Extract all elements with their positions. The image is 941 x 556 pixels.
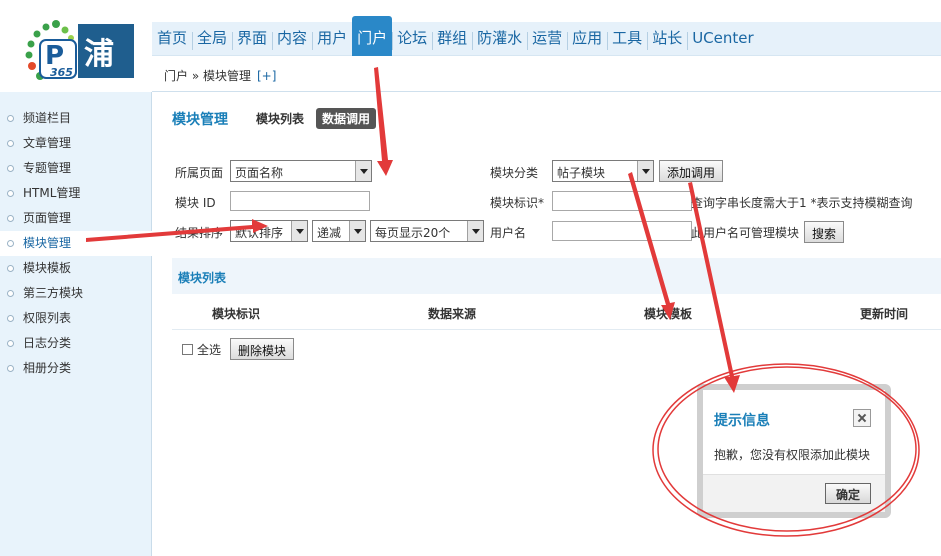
breadcrumb: 门户 » 模块管理 [+] bbox=[164, 67, 276, 84]
sidebar-item-permissions[interactable]: 权限列表 bbox=[0, 306, 151, 331]
sidebar-menu: 频道栏目 文章管理 专题管理 HTML管理 页面管理 模块管理 模块模板 第三方… bbox=[0, 92, 152, 381]
nav-tools[interactable]: 工具 bbox=[607, 16, 647, 56]
column-updated-time: 更新时间 bbox=[860, 307, 909, 321]
module-tag-label: 模块标识* bbox=[490, 196, 545, 210]
admin-window: P 365 浦 首页 全局 界面 内容 用户 门户 论坛 群组 防灌水 运营 应… bbox=[0, 0, 941, 556]
select-all-checkbox[interactable] bbox=[182, 344, 193, 355]
chevron-down-icon bbox=[355, 161, 371, 181]
title-row: 模块管理 模块列表 数据调用 bbox=[172, 108, 377, 129]
sidebar-item-modules[interactable]: 模块管理 bbox=[0, 231, 152, 256]
alert-dialog-message: 抱歉，您没有权限添加此模块 bbox=[714, 448, 871, 462]
nav-users[interactable]: 用户 bbox=[312, 16, 352, 56]
breadcrumb-path[interactable]: 门户 » 模块管理 bbox=[164, 69, 251, 83]
module-id-input[interactable] bbox=[230, 191, 370, 211]
tab-module-list[interactable]: 模块列表 bbox=[256, 110, 304, 127]
page-title: 模块管理 bbox=[172, 111, 228, 128]
sidebar-item-blog-categories[interactable]: 日志分类 bbox=[0, 331, 151, 356]
sidebar-item-pages[interactable]: 页面管理 bbox=[0, 206, 151, 231]
page-select-value: 页面名称 bbox=[235, 166, 284, 180]
alert-dialog: 提示信息 抱歉，您没有权限添加此模块 确定 bbox=[697, 384, 891, 518]
breadcrumb-bar: 门户 » 模块管理 [+] bbox=[152, 56, 941, 92]
nav-groups[interactable]: 群组 bbox=[432, 16, 472, 56]
per-page-select[interactable]: 每页显示20个 bbox=[370, 220, 484, 242]
nav-webmaster[interactable]: 站长 bbox=[647, 16, 687, 56]
category-select[interactable]: 帖子模块 bbox=[552, 160, 654, 182]
add-shortcut-link[interactable]: [+] bbox=[257, 69, 276, 83]
module-tag-input[interactable] bbox=[552, 191, 692, 211]
module-tag-hint: 查询字串长度需大于1 *表示支持模糊查询 bbox=[691, 196, 913, 210]
add-call-button[interactable]: 添加调用 bbox=[659, 160, 724, 182]
column-data-source: 数据来源 bbox=[428, 307, 477, 321]
category-select-value: 帖子模块 bbox=[557, 166, 606, 180]
sidebar-item-html[interactable]: HTML管理 bbox=[0, 181, 151, 206]
chevron-down-icon bbox=[467, 221, 483, 241]
sidebar: 频道栏目 文章管理 专题管理 HTML管理 页面管理 模块管理 模块模板 第三方… bbox=[0, 92, 152, 556]
username-hint: 此用户名可管理模块 bbox=[691, 226, 800, 240]
alert-dialog-footer: 确定 bbox=[703, 474, 885, 512]
chevron-down-icon bbox=[637, 161, 653, 181]
svg-text:365: 365 bbox=[50, 66, 73, 79]
search-button[interactable]: 搜索 bbox=[804, 221, 845, 243]
table-header: 模块标识 数据来源 模块模板 更新时间 bbox=[172, 294, 941, 330]
column-module-tag: 模块标识 bbox=[212, 307, 261, 321]
logo-glyph: 浦 bbox=[84, 37, 114, 72]
column-module-template: 模块模板 bbox=[644, 307, 693, 321]
header: P 365 浦 首页 全局 界面 内容 用户 门户 论坛 群组 防灌水 运营 应… bbox=[0, 0, 941, 92]
module-list-header: 模块列表 bbox=[172, 258, 941, 294]
page-select[interactable]: 页面名称 bbox=[230, 160, 372, 182]
category-label: 模块分类 bbox=[490, 166, 539, 180]
nav-ucenter[interactable]: UCenter bbox=[687, 16, 758, 56]
order-select-value: 递减 bbox=[317, 226, 342, 240]
sort-select[interactable]: 默认排序 bbox=[230, 220, 308, 242]
main-nav: 首页 全局 界面 内容 用户 门户 论坛 群组 防灌水 运营 应用 工具 站长 … bbox=[152, 16, 759, 56]
sidebar-item-module-templates[interactable]: 模块模板 bbox=[0, 256, 151, 281]
nav-home[interactable]: 首页 bbox=[152, 16, 192, 56]
chevron-down-icon bbox=[291, 221, 307, 241]
sidebar-item-channels[interactable]: 频道栏目 bbox=[0, 106, 151, 131]
nav-global[interactable]: 全局 bbox=[192, 16, 232, 56]
close-icon[interactable] bbox=[853, 409, 871, 427]
module-id-label: 模块 ID bbox=[175, 196, 216, 210]
nav-forum[interactable]: 论坛 bbox=[392, 16, 432, 56]
sidebar-item-third-party[interactable]: 第三方模块 bbox=[0, 281, 151, 306]
chevron-down-icon bbox=[349, 221, 365, 241]
site-logo: P 365 浦 bbox=[25, 20, 134, 80]
username-input[interactable] bbox=[552, 221, 692, 241]
nav-apps[interactable]: 应用 bbox=[567, 16, 607, 56]
module-list-title: 模块列表 bbox=[178, 271, 227, 285]
sort-select-value: 默认排序 bbox=[235, 226, 284, 240]
nav-interface[interactable]: 界面 bbox=[232, 16, 272, 56]
nav-antispam[interactable]: 防灌水 bbox=[472, 16, 527, 56]
sort-label: 结果排序 bbox=[175, 226, 224, 240]
alert-dialog-title: 提示信息 bbox=[714, 413, 770, 429]
select-all-label[interactable]: 全选 bbox=[197, 341, 221, 358]
nav-content[interactable]: 内容 bbox=[272, 16, 312, 56]
nav-portal[interactable]: 门户 bbox=[352, 16, 393, 56]
alert-dialog-body: 提示信息 抱歉，您没有权限添加此模块 确定 bbox=[703, 390, 885, 512]
page-label: 所属页面 bbox=[175, 166, 224, 180]
tab-data-call[interactable]: 数据调用 bbox=[316, 108, 377, 129]
sidebar-item-articles[interactable]: 文章管理 bbox=[0, 131, 151, 156]
sidebar-item-topics[interactable]: 专题管理 bbox=[0, 156, 151, 181]
sidebar-item-album-categories[interactable]: 相册分类 bbox=[0, 356, 151, 381]
nav-operations[interactable]: 运营 bbox=[527, 16, 567, 56]
username-label: 用户名 bbox=[490, 226, 527, 240]
ok-button[interactable]: 确定 bbox=[824, 483, 871, 504]
order-select[interactable]: 递减 bbox=[312, 220, 366, 242]
per-page-select-value: 每页显示20个 bbox=[375, 226, 451, 240]
delete-module-button[interactable]: 删除模块 bbox=[230, 338, 295, 360]
